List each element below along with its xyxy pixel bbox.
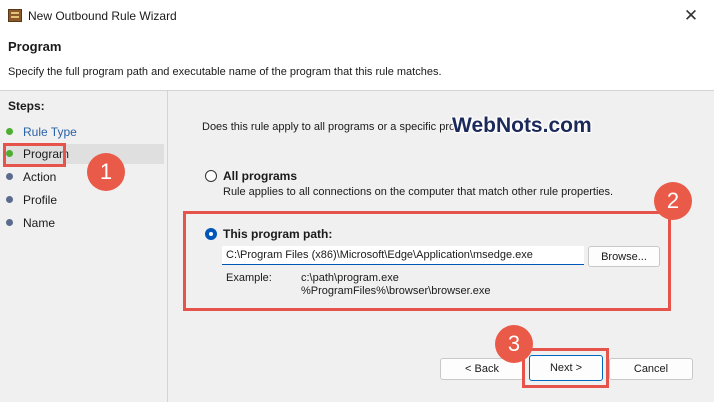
all-programs-label[interactable]: All programs xyxy=(223,169,297,183)
step-label: Profile xyxy=(23,193,58,207)
step-label: Action xyxy=(23,170,57,184)
title-bar: New Outbound Rule Wizard ✕ xyxy=(0,0,714,32)
page-description: Specify the full program path and execut… xyxy=(8,66,442,78)
step-action: Action xyxy=(4,167,164,187)
steps-sidebar: Steps: Rule Type Program Action Profile … xyxy=(0,91,168,402)
callout-program-path xyxy=(183,211,671,311)
cancel-button[interactable]: Cancel xyxy=(609,358,693,380)
scope-question: Does this rule apply to all programs or … xyxy=(202,121,462,133)
step-rule-type[interactable]: Rule Type xyxy=(4,122,164,142)
step-status-icon xyxy=(6,196,13,203)
watermark-logo: WebNots.com xyxy=(452,114,592,137)
page-title: Program xyxy=(8,39,62,54)
step-label: Name xyxy=(23,216,56,230)
firewall-rule-icon xyxy=(8,9,22,22)
step-badge-3: 3 xyxy=(495,325,533,363)
wizard-window: New Outbound Rule Wizard ✕ Program Speci… xyxy=(0,0,714,402)
close-icon: ✕ xyxy=(683,6,699,25)
step-profile: Profile xyxy=(4,190,164,210)
all-programs-radio[interactable] xyxy=(205,170,217,182)
window-title: New Outbound Rule Wizard xyxy=(28,9,177,23)
callout-next-button xyxy=(522,348,609,388)
steps-label: Steps: xyxy=(8,99,45,113)
step-status-icon xyxy=(6,219,13,226)
step-status-icon xyxy=(6,173,13,180)
all-programs-description: Rule applies to all connections on the c… xyxy=(223,186,614,198)
callout-program-step xyxy=(3,143,66,167)
step-label: Rule Type xyxy=(23,125,77,139)
close-button[interactable]: ✕ xyxy=(668,0,714,32)
step-badge-2: 2 xyxy=(654,182,692,220)
step-name: Name xyxy=(4,213,164,233)
step-status-icon xyxy=(6,128,13,135)
wizard-header: Program Specify the full program path an… xyxy=(0,32,714,91)
step-badge-1: 1 xyxy=(87,153,125,191)
